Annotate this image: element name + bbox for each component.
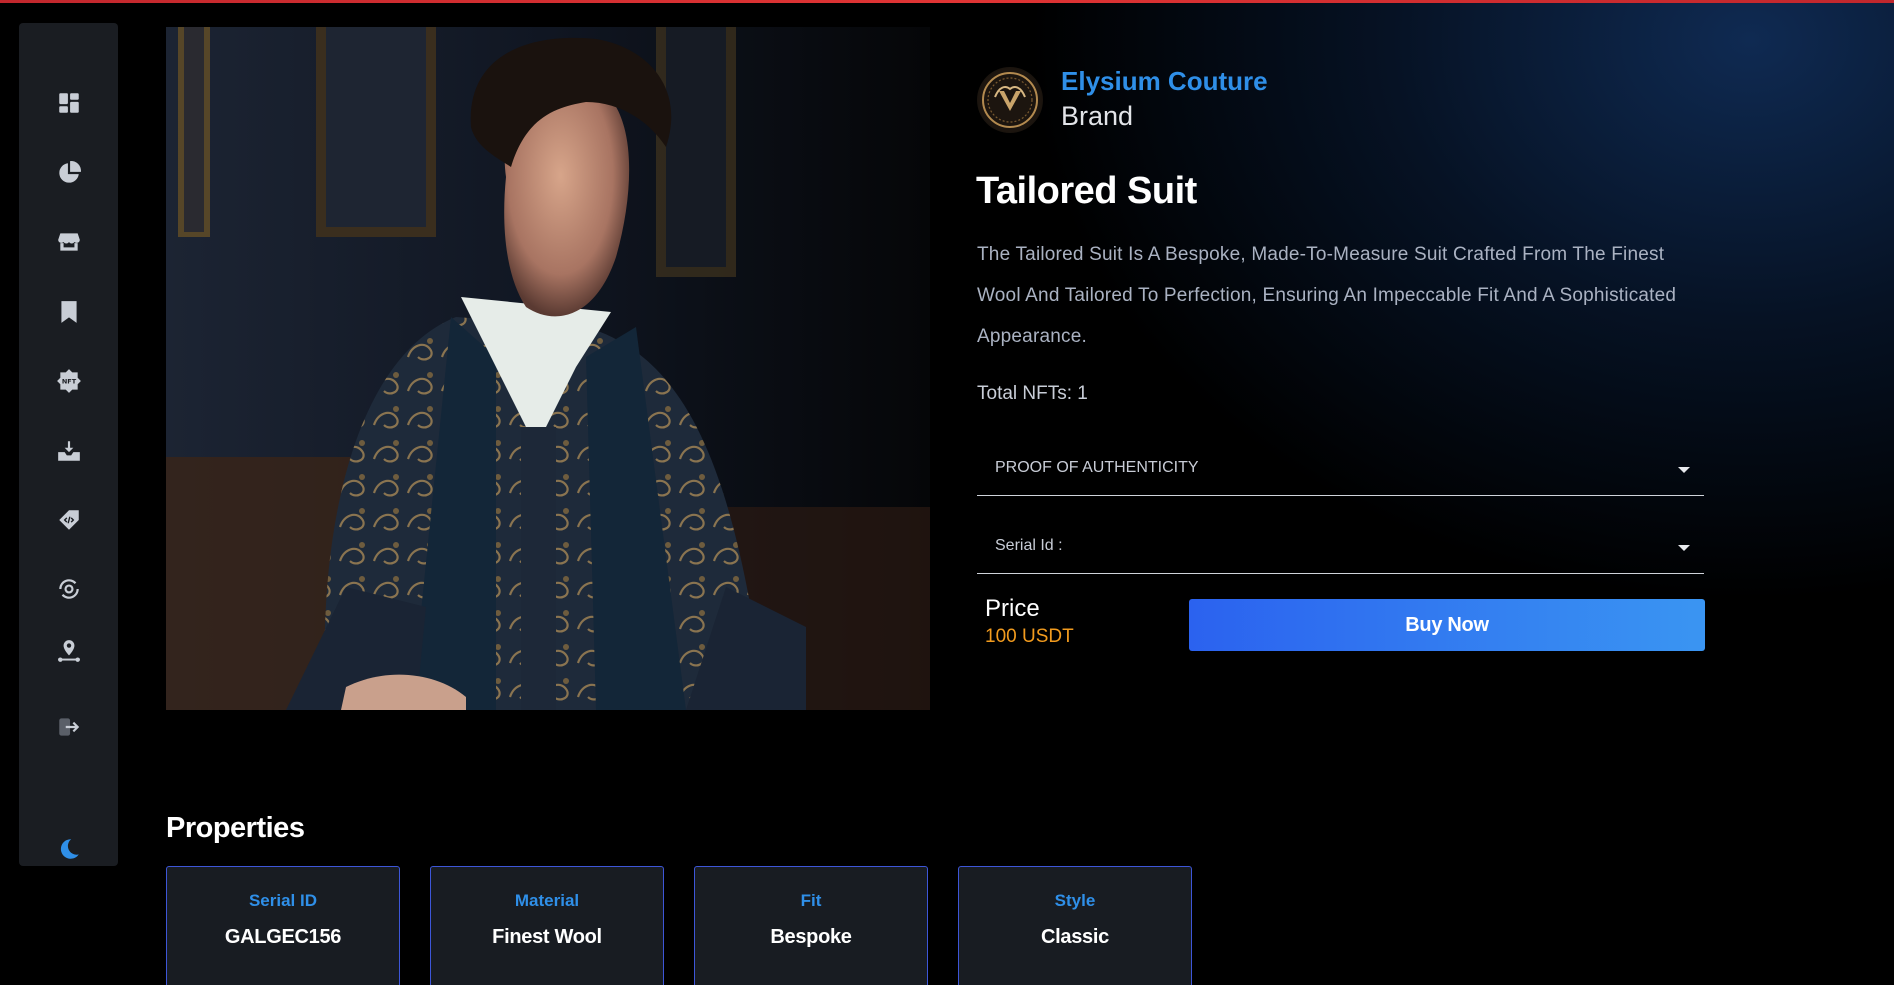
- product-title: Tailored Suit: [976, 170, 1197, 212]
- pie-chart-icon: [58, 161, 81, 183]
- caret-down-icon: [1678, 545, 1690, 551]
- brand-name[interactable]: Elysium Couture: [1061, 65, 1268, 97]
- property-card: Fit Bespoke: [694, 866, 928, 985]
- nav-inbox[interactable]: [19, 429, 118, 473]
- settings-sync-icon: [58, 579, 79, 599]
- nav-logout[interactable]: [19, 705, 118, 749]
- property-card: Serial ID GALGEC156: [166, 866, 400, 985]
- property-card: Style Classic: [958, 866, 1192, 985]
- inbox-download-icon: [57, 441, 80, 461]
- property-value: GALGEC156: [224, 926, 342, 948]
- brand-label: Brand: [1061, 101, 1134, 131]
- nav-developer[interactable]: [19, 498, 118, 542]
- serial-id-dropdown[interactable]: Serial Id :: [977, 519, 1704, 574]
- theme-toggle[interactable]: [19, 827, 118, 871]
- property-name: Fit: [800, 891, 822, 910]
- nav-bookmarks[interactable]: [19, 290, 118, 334]
- property-name: Material: [514, 891, 580, 910]
- bookmark-icon: [60, 301, 77, 323]
- property-value: Finest Wool: [492, 926, 602, 948]
- code-tag-icon: [58, 510, 79, 530]
- nav-analytics[interactable]: [19, 151, 118, 195]
- brand-logo[interactable]: [977, 67, 1043, 133]
- property-value: Bespoke: [770, 926, 852, 948]
- nav-locations[interactable]: [19, 629, 118, 673]
- nav-sync-settings[interactable]: [19, 567, 118, 611]
- brand-row: Elysium Couture Brand: [977, 65, 1268, 135]
- nav-store[interactable]: [19, 220, 118, 264]
- buy-now-button[interactable]: Buy Now: [1189, 599, 1705, 651]
- property-name: Style: [1054, 891, 1096, 910]
- property-name: Serial ID: [248, 891, 318, 910]
- location-network-icon: [57, 640, 80, 662]
- nav-dashboard[interactable]: [19, 81, 118, 125]
- top-accent-bar: [0, 0, 1894, 3]
- logout-icon: [58, 718, 79, 736]
- price-label: Price: [985, 595, 1040, 622]
- nav-nft[interactable]: NFT: [19, 359, 118, 403]
- property-value: Classic: [1041, 926, 1109, 948]
- svg-text:NFT: NFT: [61, 377, 76, 385]
- properties-title: Properties: [166, 812, 305, 844]
- price-value: 100 USDT: [985, 626, 1074, 647]
- property-card: Material Finest Wool: [430, 866, 664, 985]
- proof-of-authenticity-dropdown[interactable]: PROOF OF AUTHENTICITY: [977, 441, 1704, 496]
- product-description: The Tailored Suit Is A Bespoke, Made-To-…: [977, 244, 1677, 347]
- dashboard-icon: [58, 93, 79, 113]
- store-icon: [57, 233, 80, 251]
- price-block: Price 100 USDT: [985, 594, 1074, 650]
- page: NFT Elysium Couture Brand Tailored Suit …: [0, 0, 1894, 985]
- caret-down-icon: [1678, 467, 1690, 473]
- moon-icon: [60, 839, 79, 859]
- nft-icon: NFT: [56, 369, 81, 393]
- dropdown-label: PROOF OF AUTHENTICITY: [995, 459, 1199, 476]
- dropdown-label: Serial Id :: [995, 537, 1063, 554]
- product-image: [166, 27, 930, 710]
- sidebar: NFT: [19, 23, 118, 866]
- total-nfts: Total NFTs: 1: [977, 383, 1088, 404]
